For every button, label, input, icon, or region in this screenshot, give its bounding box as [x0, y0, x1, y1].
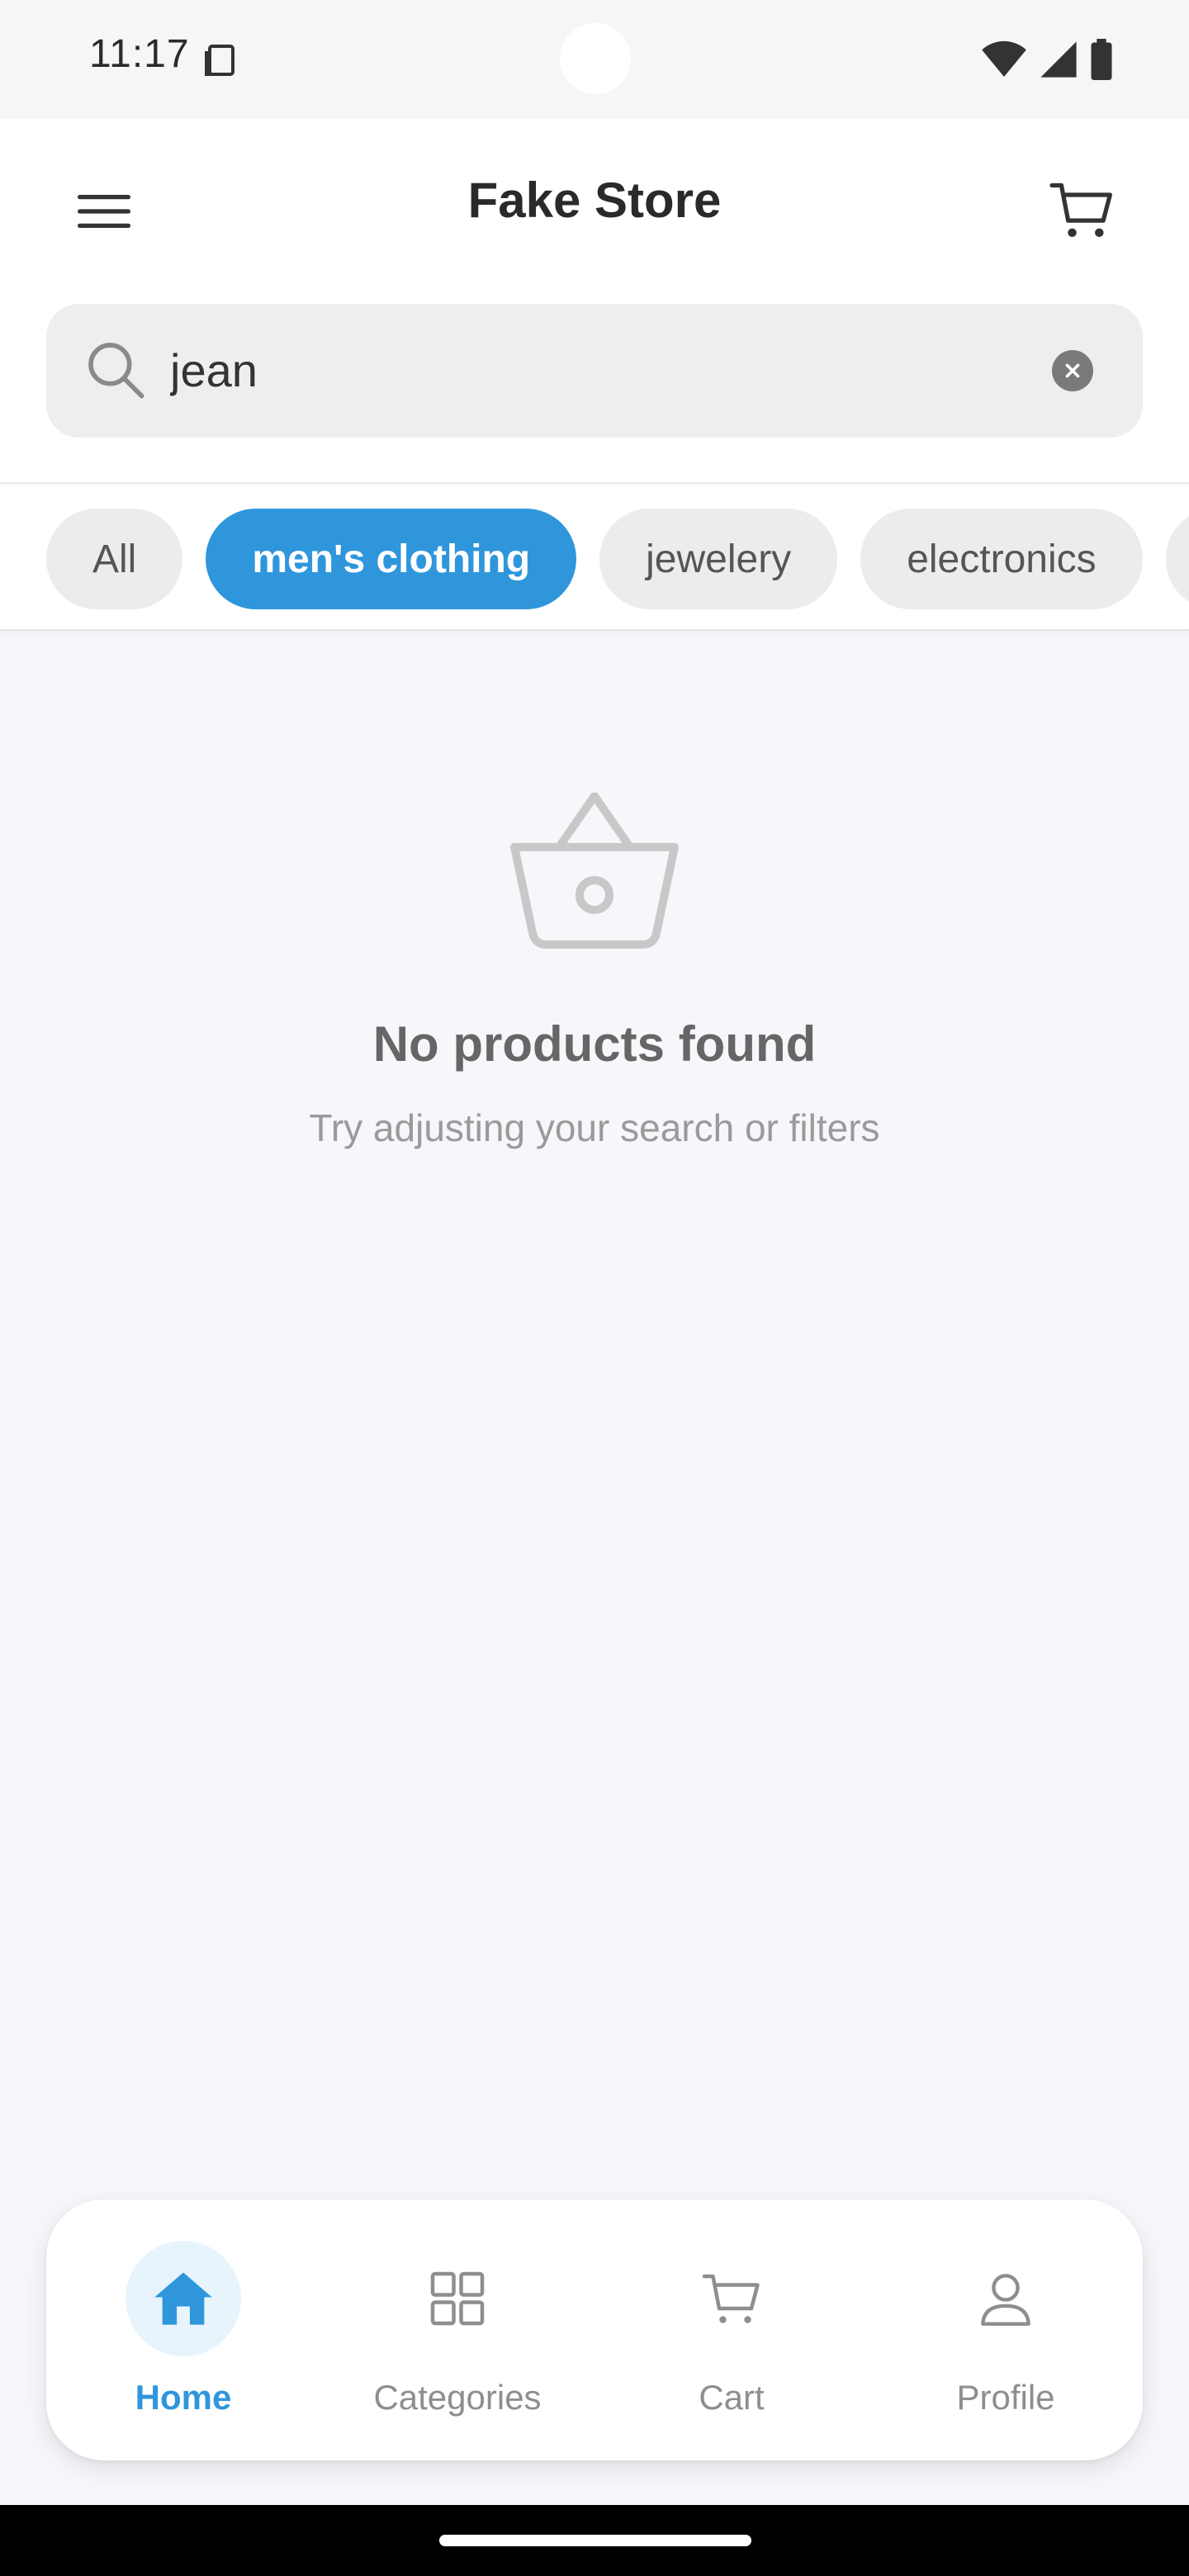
nav-item-categories[interactable]: Categories	[320, 2200, 594, 2460]
header-cart-button[interactable]	[1040, 168, 1123, 251]
app-header: Fake Store	[0, 119, 1189, 484]
user-icon	[981, 2274, 1030, 2326]
empty-state: No products found Try adjusting your sea…	[0, 793, 1189, 1150]
system-gesture-area	[0, 2505, 1189, 2576]
clear-search-button[interactable]	[1052, 350, 1093, 391]
status-icons	[981, 38, 1113, 81]
nav-label-profile: Profile	[956, 2378, 1055, 2417]
status-bar: 11:17	[0, 0, 1189, 119]
nav-profile-icon-wrap	[948, 2241, 1063, 2356]
nav-label-categories: Categories	[373, 2378, 542, 2417]
basket-icon	[510, 793, 679, 949]
nav-categories-icon-wrap	[400, 2241, 515, 2356]
cart-icon	[702, 2274, 760, 2323]
wifi-icon	[982, 40, 1026, 77]
chip-mens-clothing[interactable]: men's clothing	[206, 509, 577, 609]
chip-electronics[interactable]: electronics	[860, 509, 1143, 609]
page-title: Fake Store	[467, 173, 722, 228]
chip-jewelery[interactable]: jewelery	[599, 509, 838, 609]
search-input[interactable]	[170, 329, 1029, 411]
signal-icon	[1040, 41, 1077, 78]
nav-cart-icon-wrap	[674, 2241, 789, 2356]
category-filter-bar[interactable]: All men's clothing jewelery electronics	[0, 485, 1189, 631]
status-time: 11:17	[89, 32, 190, 76]
gesture-handle[interactable]	[439, 2535, 751, 2546]
chip-partial[interactable]	[1165, 509, 1189, 609]
category-chips: All men's clothing jewelery electronics	[46, 509, 1189, 609]
cart-icon	[1049, 182, 1112, 238]
nav-label-home: Home	[135, 2378, 232, 2417]
empty-state-subtitle: Try adjusting your search or filters	[309, 1106, 880, 1149]
nav-home-icon-wrap	[126, 2241, 241, 2356]
nav-label-cart: Cart	[699, 2378, 765, 2417]
nav-item-home[interactable]: Home	[46, 2200, 320, 2460]
search-box	[46, 304, 1143, 438]
grid-icon	[430, 2271, 485, 2326]
search-icon	[88, 343, 144, 399]
battery-icon	[1091, 39, 1112, 80]
nav-item-cart[interactable]: Cart	[594, 2200, 869, 2460]
close-icon	[1065, 363, 1080, 378]
bottom-nav: Home Categories Cart Profile	[46, 2200, 1143, 2460]
nav-item-profile[interactable]: Profile	[869, 2200, 1143, 2460]
sim-card-icon	[205, 45, 234, 76]
empty-state-title: No products found	[372, 1016, 817, 1072]
chip-all[interactable]: All	[46, 509, 183, 609]
home-icon	[154, 2272, 212, 2325]
camera-cutout	[560, 23, 631, 94]
